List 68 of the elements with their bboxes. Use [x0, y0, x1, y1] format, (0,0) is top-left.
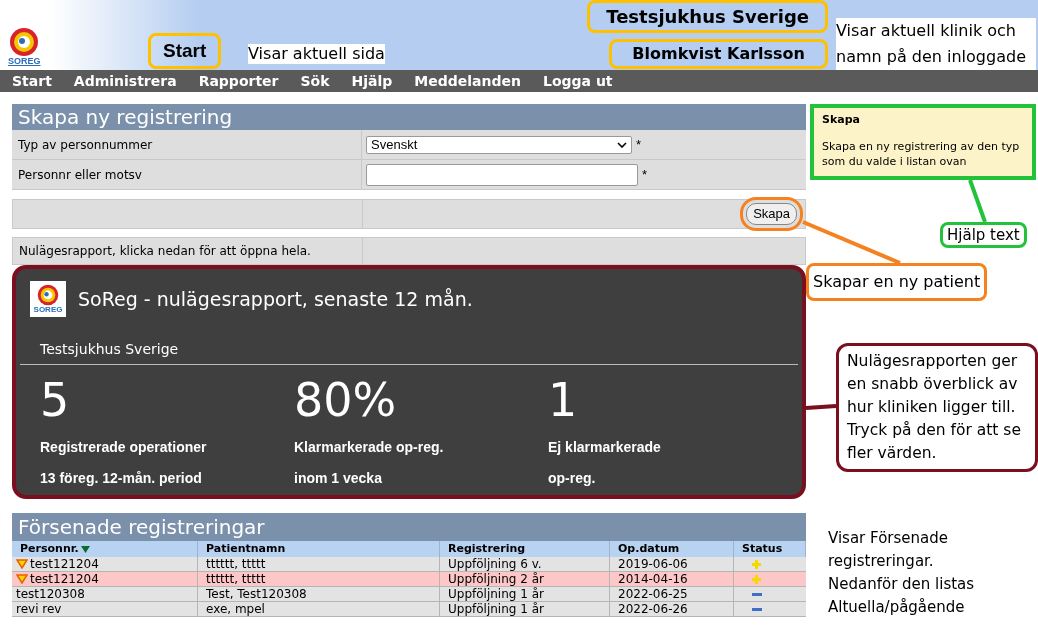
minus-icon [752, 592, 762, 596]
column-header[interactable]: Op.datum [610, 541, 734, 557]
nav-link[interactable]: Meddelanden [414, 74, 521, 88]
nav-link[interactable]: Start [12, 74, 52, 88]
field-label: Personnr eller motsv [12, 160, 362, 189]
plus-icon [752, 559, 761, 569]
type-select[interactable]: Svenskt [366, 135, 632, 154]
clinic-name: Testsjukhus Sverige [587, 0, 828, 33]
table-cell: tttttt, ttttt [198, 557, 440, 572]
table-cell: Test, Test120308 [198, 587, 440, 602]
nav-link[interactable]: Administrera [73, 74, 177, 88]
column-header[interactable]: Patientnamn [198, 541, 440, 557]
logo-text: SOREG [8, 57, 41, 66]
table-cell: exe, mpel [198, 602, 440, 617]
logo-text: SOREG [33, 306, 63, 314]
nav-link[interactable]: Logga ut [543, 74, 613, 88]
target-logo-icon [9, 27, 40, 57]
annotation-note: Nulägesrapporten ger en snabb överblick av hur kliniken ligger till. Tryck på den för att se fler värden. [836, 343, 1038, 472]
annotation-note: Skapar en ny patient [806, 263, 988, 301]
field-label: Typ av personnummer [12, 130, 362, 159]
column-header[interactable]: Status [734, 541, 806, 557]
annotation-note: Visar aktuell klinik och namn på den inloggade [836, 18, 1036, 70]
nav-link[interactable]: Sök [300, 74, 330, 88]
table-cell: test121204 [12, 572, 198, 587]
required-mark: * [636, 135, 642, 154]
stat-sublabel: 13 föreg. 12-mån. period [40, 469, 202, 488]
stat-sublabel: inom 1 vecka [294, 469, 382, 488]
table-cell: 2014-04-16 [610, 572, 734, 587]
leader-line [805, 404, 837, 410]
table-cell: 2022-06-25 [610, 587, 734, 602]
table-cell: Uppföljning 1 år [440, 602, 610, 617]
table-cell: Uppföljning 1 år [440, 587, 610, 602]
table-cell: tttttt, ttttt [198, 572, 440, 587]
help-text: Skapa en ny registrering av den typ som du valde i listan ovan [822, 138, 1021, 169]
section-header: Skapa ny registrering [12, 104, 806, 130]
minus-icon [752, 607, 762, 611]
column-header[interactable]: Registrering [440, 541, 610, 557]
stat-label: Klarmarkerade op-reg. [294, 438, 444, 457]
table-cell: test120308 [12, 587, 198, 602]
stat-value: 5 [40, 372, 70, 429]
required-mark: * [642, 165, 648, 184]
stat-value: 1 [548, 372, 578, 429]
annotation-note: Hjälp text [940, 222, 1027, 248]
annotation-note: Visar aktuell sida [248, 44, 385, 64]
nav-link[interactable]: Rapporter [198, 74, 279, 88]
help-title: Skapa [822, 112, 861, 128]
personnr-input[interactable] [366, 163, 638, 186]
table-cell: Uppföljning 6 v. [440, 557, 610, 572]
table-cell: Uppföljning 2 år [440, 572, 610, 587]
sort-down-icon [80, 545, 90, 553]
user-name: Blomkvist Karlsson [609, 39, 828, 69]
target-logo-icon [37, 284, 59, 306]
report-panel[interactable]: SOREG SoReg - nulägesrapport, senaste 12 mån. Testsjukhus Sverige 5 Registrerade operationer 13 föreg. 12-mån. period 80% Klarmarkerade op-reg. inom 1 vecka 1 Ej klarmarkerade op-reg. [12, 265, 806, 499]
stat-value: 80% [294, 372, 397, 429]
section-header: Försenade registreringar [12, 513, 806, 541]
report-title: SoReg - nulägesrapport, senaste 12 mån. [78, 286, 473, 312]
nav-link[interactable]: Hjälp [351, 74, 393, 88]
stat-label: Registrerade operationer [40, 438, 207, 457]
table-cell: 2019-06-06 [610, 557, 734, 572]
stat-label: Ej klarmarkerade [548, 438, 661, 457]
column-header[interactable]: Personnr. [12, 541, 198, 557]
plus-icon [752, 574, 761, 584]
table-cell: test121204 [12, 557, 198, 572]
table-cell: 2022-06-26 [610, 602, 734, 617]
chevron-down-icon [617, 141, 627, 148]
stat-sublabel: op-reg. [548, 469, 596, 488]
report-clinic: Testsjukhus Sverige [39, 340, 180, 359]
table-cell: revi rev [12, 602, 198, 617]
